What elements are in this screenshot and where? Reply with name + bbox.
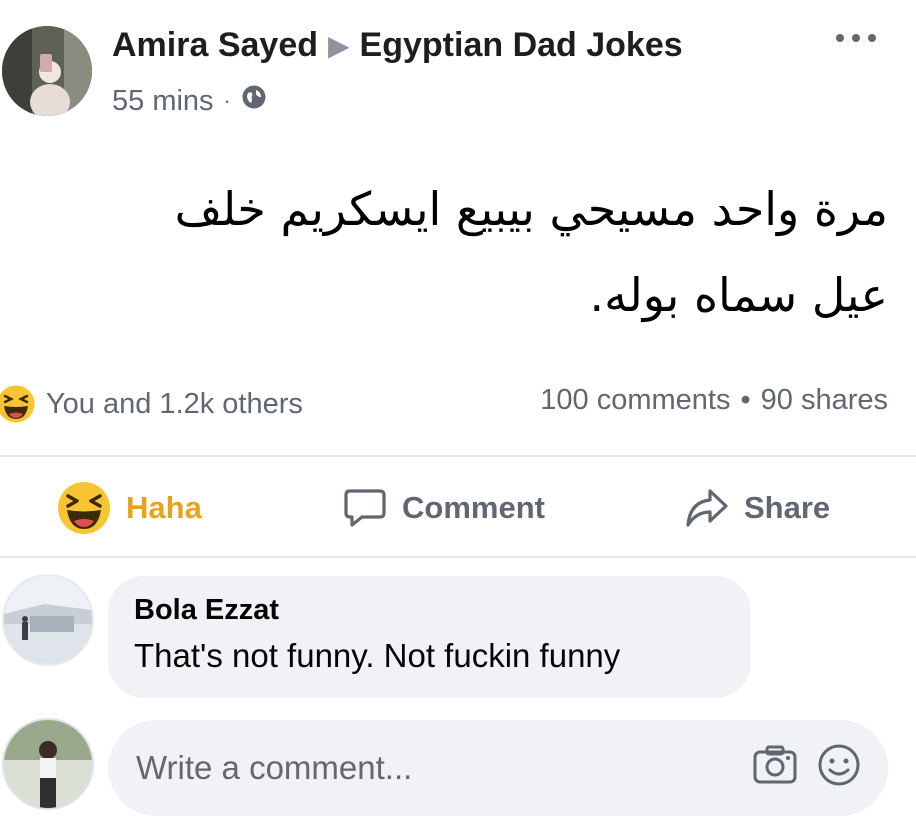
commenter-avatar[interactable]	[2, 574, 94, 666]
comment-text: That's not funny. Not fuckin funny	[134, 637, 621, 674]
comment-button[interactable]: Comment	[342, 480, 545, 536]
comment-label: Comment	[402, 490, 545, 525]
counts-separator: •	[740, 384, 751, 416]
post-body: مرة واحد مسيحي بيبيع ايسكريم خلف عيل سما…	[20, 166, 888, 338]
comment-icon	[342, 485, 388, 531]
reactions-text: You and 1.2k others	[46, 387, 303, 420]
divider	[0, 556, 916, 558]
author-avatar[interactable]	[2, 26, 92, 116]
haha-emoji-icon	[56, 480, 112, 536]
post-body-line: عيل سماه بوله.	[589, 268, 888, 322]
meta-separator: ·	[223, 88, 231, 113]
comment-input[interactable]	[134, 737, 698, 799]
haha-label: Haha	[126, 490, 202, 525]
shares-count[interactable]: 90 shares	[761, 384, 888, 417]
reactions-summary[interactable]: You and 1.2k others	[0, 384, 303, 424]
globe-icon	[241, 84, 267, 118]
post-body-line: مرة واحد مسيحي بيبيع ايسكريم خلف	[174, 182, 888, 236]
camera-icon[interactable]	[752, 742, 798, 788]
divider	[0, 455, 916, 457]
haha-emoji-icon	[0, 384, 36, 424]
author-name[interactable]: Amira Sayed	[112, 26, 318, 65]
engagement-counts: 100 comments • 90 shares	[540, 384, 888, 417]
group-name[interactable]: Egyptian Dad Jokes	[360, 26, 683, 65]
post-timestamp[interactable]: 55 mins	[112, 85, 214, 118]
my-avatar	[2, 718, 94, 810]
comments-count[interactable]: 100 comments	[540, 384, 730, 417]
share-icon	[684, 485, 730, 531]
post-meta: 55 mins ·	[112, 84, 267, 118]
share-label: Share	[744, 490, 831, 525]
comment-author-name[interactable]: Bola Ezzat	[134, 594, 725, 627]
share-button[interactable]: Share	[684, 480, 830, 536]
comment-bubble: Bola Ezzat That's not funny. Not fuckin …	[108, 576, 751, 698]
arrow-right-icon: ▶	[328, 30, 350, 61]
smile-icon[interactable]	[816, 742, 862, 788]
post-header-title: Amira Sayed ▶ Egyptian Dad Jokes	[112, 26, 683, 65]
more-options-icon[interactable]	[836, 28, 876, 48]
haha-button[interactable]: Haha	[56, 480, 202, 536]
